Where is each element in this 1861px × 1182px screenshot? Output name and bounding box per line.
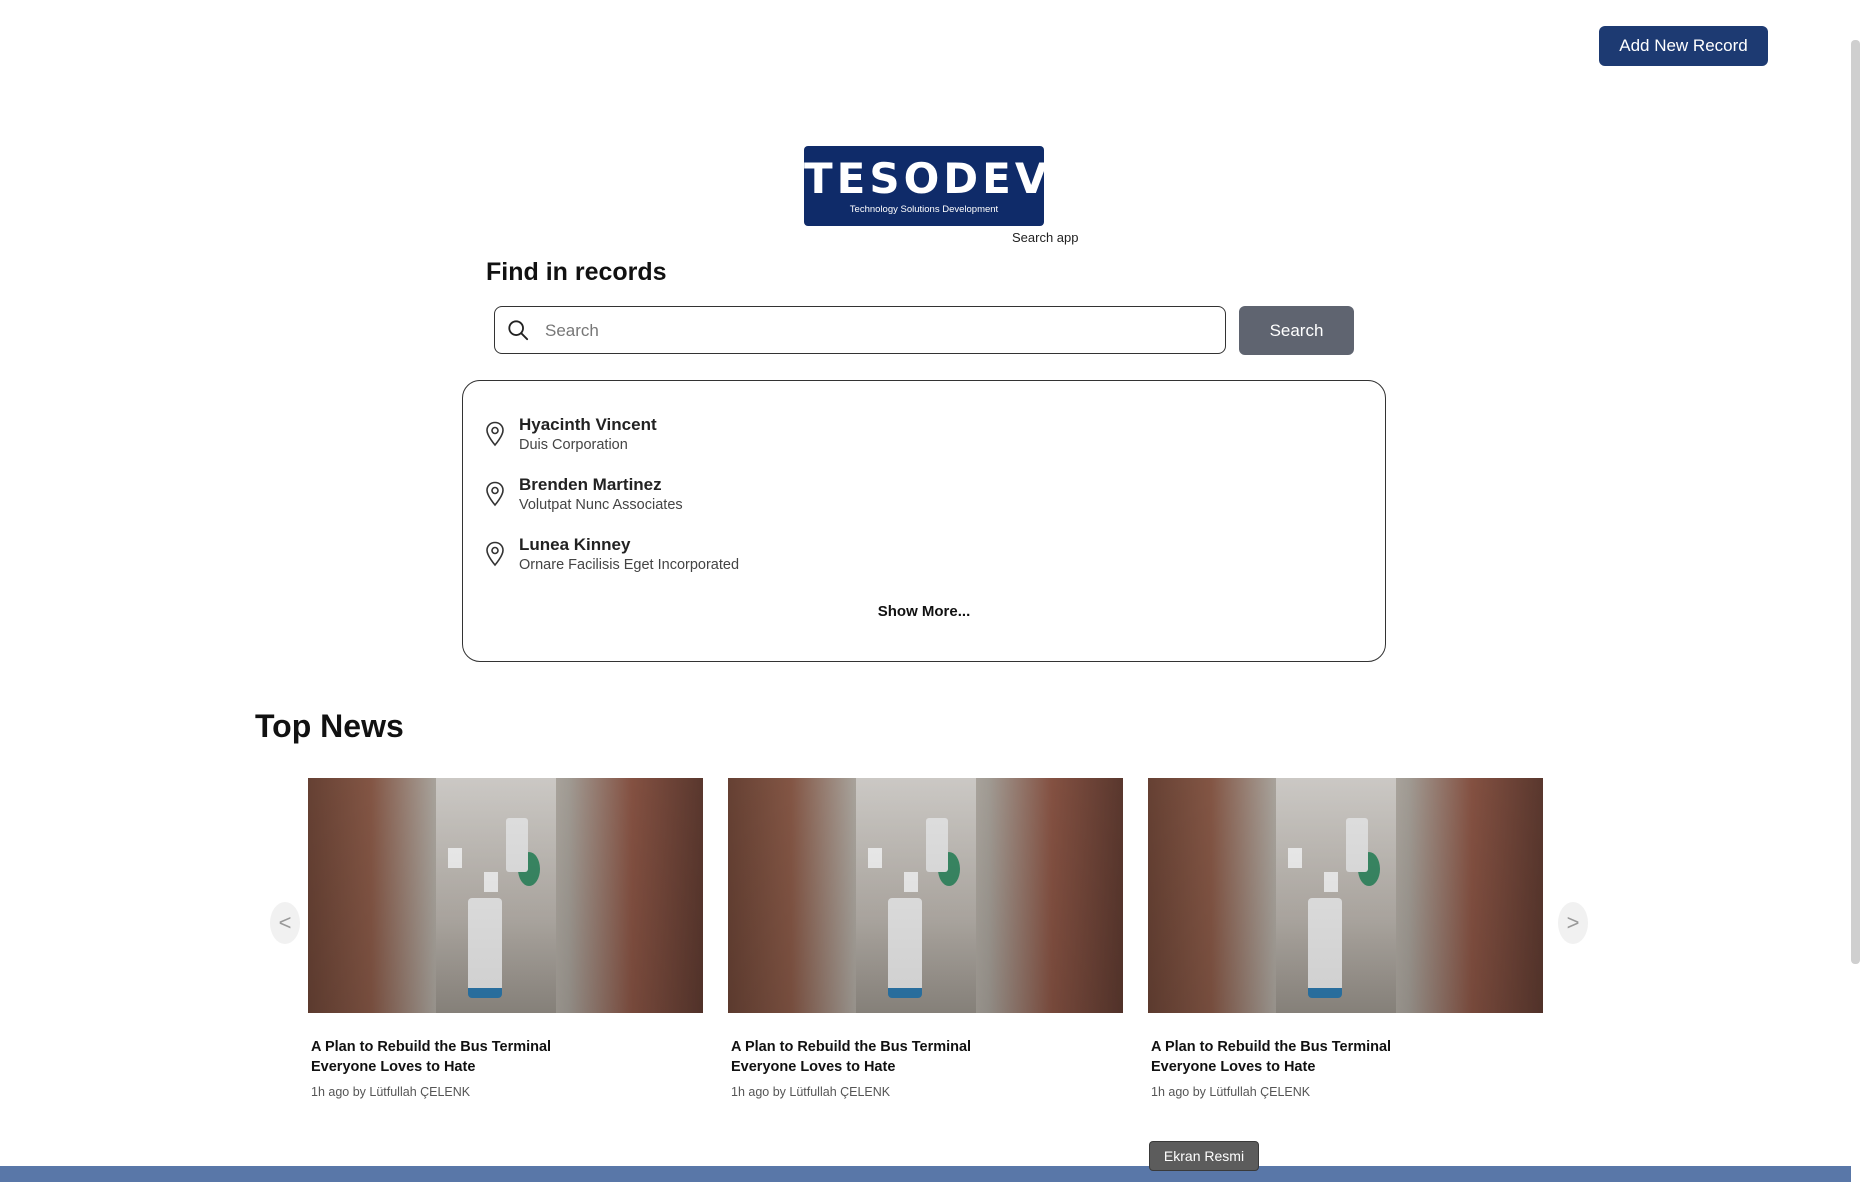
logo-caption: Search app [1012, 230, 1079, 245]
news-meta: 1h ago by Lütfullah ÇELENK [1151, 1085, 1311, 1099]
search-icon [508, 320, 529, 341]
search-box[interactable] [494, 306, 1226, 354]
show-more-link[interactable]: Show More... [463, 603, 1385, 620]
location-pin-icon [486, 481, 504, 507]
result-name: Hyacinth Vincent [519, 415, 657, 434]
result-name: Lunea Kinney [519, 535, 631, 554]
news-headline: A Plan to Rebuild the Bus Terminal Every… [311, 1039, 552, 1075]
news-image [308, 778, 703, 1013]
location-pin-icon [486, 541, 504, 567]
logo-tagline: Technology Solutions Development [849, 204, 999, 215]
carousel-prev-button[interactable]: < [270, 902, 300, 944]
taskbar [0, 1166, 1851, 1182]
search-button[interactable]: Search [1239, 306, 1354, 355]
news-card[interactable]: A Plan to Rebuild the Bus Terminal Every… [728, 778, 1123, 1099]
result-company: Volutpat Nunc Associates [519, 497, 683, 513]
carousel-next-button[interactable]: > [1558, 902, 1588, 944]
add-new-record-button[interactable]: Add New Record [1599, 26, 1768, 66]
news-image [728, 778, 1123, 1013]
news-card[interactable]: A Plan to Rebuild the Bus Terminal Every… [1148, 778, 1543, 1099]
news-meta: 1h ago by Lütfullah ÇELENK [311, 1085, 471, 1099]
news-card[interactable]: A Plan to Rebuild the Bus Terminal Every… [308, 778, 703, 1099]
location-pin-icon [486, 421, 504, 447]
taskbar-tooltip: Ekran Resmi [1149, 1141, 1259, 1171]
result-name: Brenden Martinez [519, 475, 662, 494]
news-headline: A Plan to Rebuild the Bus Terminal Every… [731, 1039, 972, 1075]
vertical-scrollbar[interactable] [1851, 40, 1860, 964]
news-meta: 1h ago by Lütfullah ÇELENK [731, 1085, 891, 1099]
result-company: Ornare Facilisis Eget Incorporated [519, 557, 740, 573]
result-company: Duis Corporation [519, 437, 628, 453]
logo-brand: TESODEV [804, 154, 1052, 203]
find-title: Find in records [486, 258, 667, 286]
results-panel: Hyacinth Vincent Duis Corporation Brende… [462, 380, 1386, 662]
tesodev-logo: TESODEV Technology Solutions Development [804, 146, 1052, 226]
news-image [1148, 778, 1543, 1013]
news-headline: A Plan to Rebuild the Bus Terminal Every… [1151, 1039, 1392, 1075]
top-news-title: Top News [255, 708, 404, 744]
search-input[interactable] [543, 315, 1207, 347]
